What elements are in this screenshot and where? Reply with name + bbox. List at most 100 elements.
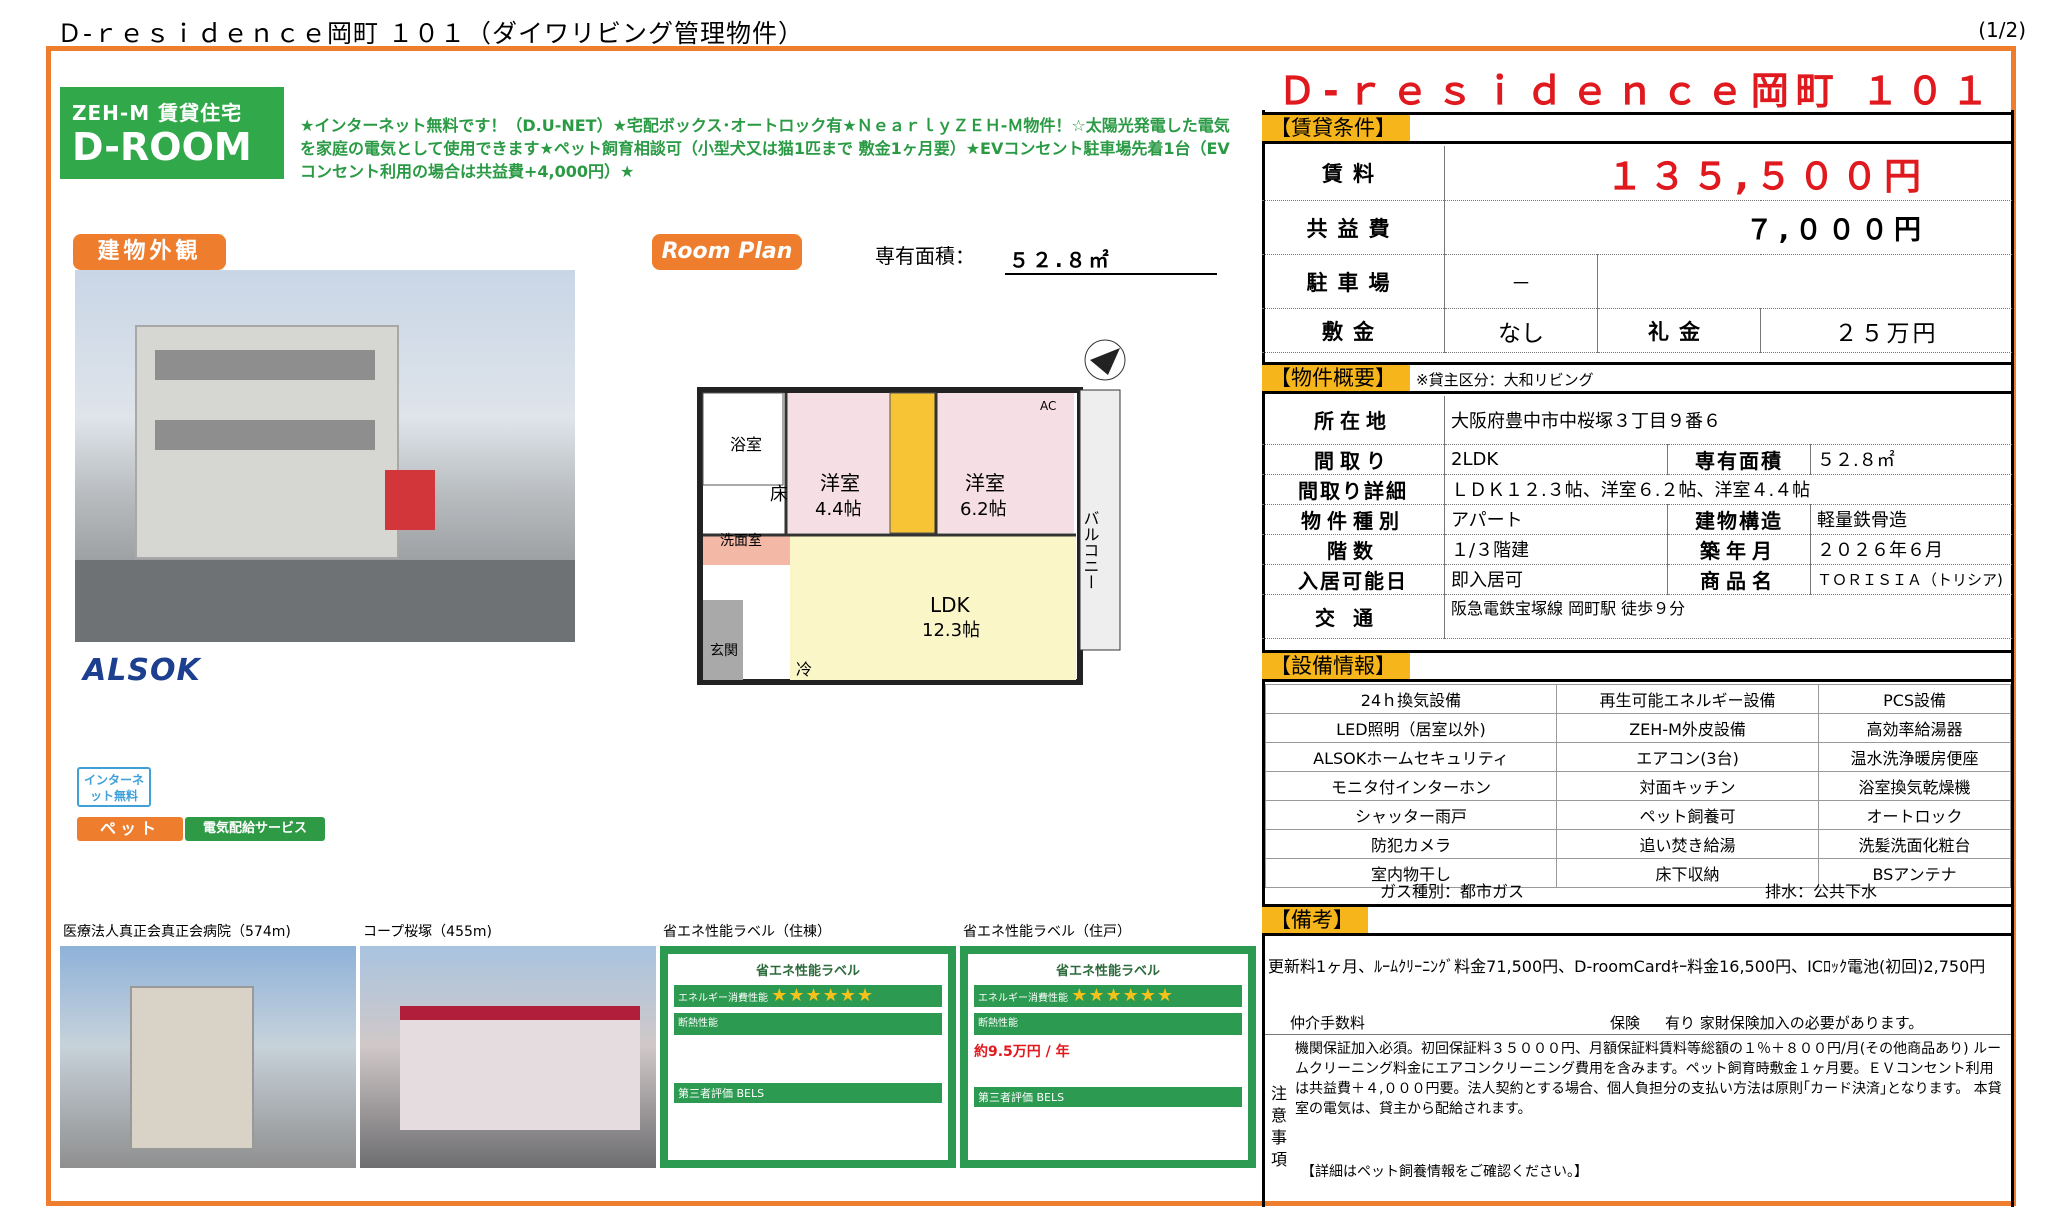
- bels-footer: 第三者評価 BELS: [674, 1083, 942, 1103]
- notice-pet-text: 【詳細はペット飼養情報をご確認ください。】: [1301, 1164, 1588, 1180]
- gas-type: ガス種別：都市ガス: [1380, 882, 1525, 901]
- fp-ldk: LDK: [930, 593, 971, 617]
- fp-senmen: 洗面室: [720, 532, 762, 549]
- equip-item: 温水洗浄暖房便座: [1818, 742, 2011, 772]
- room-plan-label: Room Plan: [652, 234, 802, 270]
- coop-building: [400, 1006, 640, 1130]
- red-tent: [385, 470, 435, 530]
- common-fee-label: 共益費: [1262, 200, 1445, 255]
- page-title: Ｄ-ｒｅｓｉｄｅｎｃｅ岡町 １０１（ダイワリビング管理物件）: [57, 19, 804, 48]
- equip-item: PCS設備: [1818, 684, 2011, 714]
- floor-plan: 浴室 洋室 4.4帖 洋室 6.2帖 LDK 12.3帖 玄関 洗面室 冷 床 …: [697, 339, 1126, 685]
- star-icon: ★★★★★★: [771, 985, 875, 1006]
- thumb-caption-hospital: 医療法人真正会真正会病院（574m): [63, 924, 291, 940]
- equip-item: 再生可能エネルギー設備: [1555, 684, 1820, 714]
- access-value: 阪急電鉄宝塚線 岡町駅 徒歩９分: [1444, 594, 2012, 639]
- bels-label-building: 省エネ性能ラベル エネルギー消費性能 ★★★★★★ 断熱性能 第三者評価 BEL…: [660, 946, 956, 1168]
- equip-item: エアコン(3台): [1555, 742, 1820, 772]
- section-outline: 【物件概要】 ※貸主区分：大和リビング: [1262, 362, 2012, 394]
- key-money-value: ２５万円: [1760, 308, 2012, 353]
- equip-item: ZEH-M外皮設備: [1555, 713, 1820, 743]
- bels-energy-row: エネルギー消費性能 ★★★★★★: [974, 985, 1242, 1007]
- bels-insulation-row: 断熱性能: [974, 1013, 1242, 1035]
- exterior-label: 建物外観: [73, 234, 226, 270]
- building-window-row: [155, 350, 375, 380]
- type-label: 物件種別: [1262, 504, 1445, 535]
- bels-insulation-label: 断熱性能: [978, 1018, 1018, 1029]
- bels-title: 省エネ性能ラベル: [755, 964, 860, 979]
- fp-bath: 浴室: [730, 435, 762, 454]
- bels-footer: 第三者評価 BELS: [974, 1087, 1242, 1107]
- hospital-photo: [60, 946, 356, 1168]
- area-value-2: ５２.８㎡: [1810, 444, 2012, 475]
- bels-label-unit: 省エネ性能ラベル エネルギー消費性能 ★★★★★★ 断熱性能 約9.5万円 / …: [960, 946, 1256, 1168]
- floors-label: 階数: [1262, 534, 1445, 565]
- deposit-label: 敷金: [1262, 308, 1445, 353]
- rent-label: 賃料: [1262, 146, 1445, 201]
- notes-text: 更新料1ヶ月、ﾙｰﾑｸﾘｰﾆﾝｸﾞ料金71,500円、D-roomCardｷｰ料…: [1268, 957, 1986, 976]
- fp-genkan: 玄関: [710, 642, 738, 659]
- detail-value: ＬＤＫ１２.３帖、洋室６.２帖、洋室４.４帖: [1444, 474, 2012, 505]
- equip-item: 洗髪洗面化粧台: [1818, 829, 2011, 859]
- pet-badge: ペット: [77, 817, 183, 841]
- insurance-value: 有り 家財保険加入の必要があります。: [1665, 1014, 1924, 1032]
- equip-item: LED照明（居室以外): [1265, 713, 1557, 743]
- section-notes-heading: 【備考】: [1262, 907, 1368, 933]
- property-title: Ｄ-ｒｅｓｉｄｅｎｃｅ岡町 １０１: [1277, 69, 1996, 113]
- type-value: アパート: [1444, 504, 1668, 535]
- hospital-building: [130, 986, 254, 1150]
- key-money-label: 礼金: [1597, 308, 1761, 353]
- insurance-label: 保険: [1610, 1014, 1641, 1032]
- fp-room1-size: 4.4帖: [815, 499, 862, 520]
- area-label-2: 専有面積: [1667, 444, 1811, 475]
- equip-item: ALSOKホームセキュリティ: [1265, 742, 1557, 772]
- thumb-caption-label-unit: 省エネ性能ラベル（住戸）: [963, 924, 1131, 940]
- notice-label: 注意事項: [1270, 1084, 1287, 1169]
- access-label: 交通: [1262, 594, 1445, 639]
- section-outline-heading: 【物件概要】: [1262, 365, 1410, 391]
- road: [75, 560, 575, 642]
- internet-free-badge: インターネット無料: [77, 767, 151, 807]
- equip-item: ペット飼養可: [1555, 800, 1820, 830]
- fp-ac: AC: [1040, 399, 1056, 413]
- fp-room2: 洋室: [965, 471, 1005, 495]
- equip-item: オートロック: [1818, 800, 2011, 830]
- area-value: ５２.８㎡: [1005, 244, 1217, 275]
- drainage-type: 排水：公共下水: [1765, 882, 1878, 901]
- equip-item: モニタ付インターホン: [1265, 771, 1557, 801]
- common-fee-value: ７,０００円: [1444, 200, 2012, 255]
- star-icon: ★★★★★★: [1071, 985, 1175, 1006]
- deposit-value: なし: [1444, 308, 1598, 353]
- move-in-value: 即入居可: [1444, 564, 1668, 595]
- zeh-logo: ZEH-M 賃貸住宅 D-ROOM: [60, 87, 284, 179]
- fp-room1: 洋室: [820, 471, 860, 495]
- equip-item: 高効率給湯器: [1818, 713, 2011, 743]
- area-label: 専有面積：: [875, 244, 975, 268]
- layout-value: 2LDK: [1444, 444, 1668, 475]
- floors-value: １/３階建: [1444, 534, 1668, 565]
- parking-label: 駐車場: [1262, 254, 1445, 309]
- address-value: 大阪府豊中市中桜塚３丁目９番６: [1444, 396, 2012, 445]
- section-rent-heading: 【賃貸条件】: [1262, 115, 1410, 141]
- parking-value: －: [1444, 254, 1598, 309]
- equip-item: 24ｈ換気設備: [1265, 684, 1557, 714]
- bels-energy-label: エネルギー消費性能: [978, 993, 1068, 1004]
- owner-note: ※貸主区分：大和リビング: [1416, 371, 1594, 389]
- section-equipment-heading: 【設備情報】: [1262, 653, 1410, 679]
- fp-rei: 冷: [796, 660, 812, 679]
- fee-label: 仲介手数料: [1290, 1014, 1366, 1032]
- promo-text: ★インターネット無料です！（D.U-NET）★宅配ボックス･オートロック有★Ｎｅ…: [300, 116, 1230, 181]
- outline-table: 所在地 大阪府豊中市中桜塚３丁目９番６ 間取り 2LDK 専有面積 ５２.８㎡ 間取り詳…: [1262, 396, 2012, 639]
- equipment-table: 24ｈ換気設備 再生可能エネルギー設備 PCS設備 LED照明（居室以外) ZEH-M…: [1265, 684, 2011, 888]
- built-label: 築年月: [1667, 534, 1811, 565]
- detail-label: 間取り詳細: [1262, 474, 1445, 505]
- section-rent: 【賃貸条件】: [1262, 112, 2012, 144]
- bels-title: 省エネ性能ラベル: [1055, 964, 1160, 979]
- page-number: (1/2): [1978, 18, 2026, 42]
- thumb-caption-coop: コープ桜塚（455m): [363, 924, 492, 940]
- alsok-logo: ALSOK: [83, 653, 201, 688]
- electric-service-badge: 電気配給サービス: [185, 817, 325, 841]
- rent-table: 賃料 １３５,５００円 共益費 ７,０００円 駐車場－ 敷金 なし 礼金 ２５万円: [1262, 146, 2012, 353]
- product-name-value: ＴＯＲＩＳＩＡ（トリシア): [1810, 564, 2012, 595]
- fp-balcony: バルコニー: [1081, 510, 1100, 590]
